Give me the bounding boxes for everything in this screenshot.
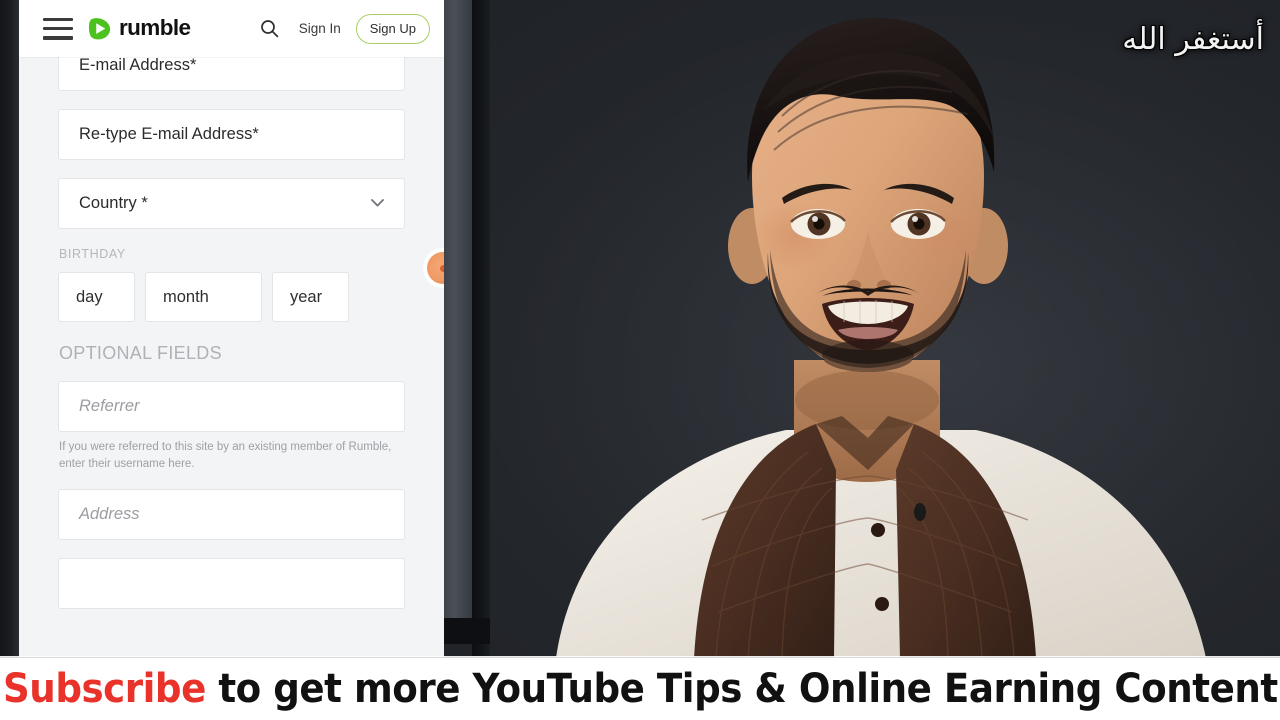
birthday-day-input[interactable]: day [58, 272, 135, 322]
rumble-brand-text: rumble [119, 15, 191, 41]
email-address-label: E-mail Address* [79, 56, 197, 74]
caption-rest-text: to get more YouTube Tips & Online Earnin… [205, 666, 1278, 712]
presenter-figure [516, 0, 1216, 658]
birthday-year-placeholder: year [290, 287, 323, 306]
address-placeholder: Address [79, 505, 140, 524]
referrer-placeholder: Referrer [79, 397, 140, 415]
retype-email-address-label: Re-type E-mail Address* [79, 125, 259, 143]
video-frame: E-mail Address* Re-type E-mail Address* … [0, 0, 1280, 720]
rumble-play-logo-icon [87, 16, 112, 41]
arabic-watermark: أستغفر الله [1122, 22, 1264, 57]
chevron-down-icon [371, 196, 384, 209]
birthday-day-placeholder: day [76, 287, 103, 306]
birthday-section-label: BIRTHDAY [59, 247, 126, 261]
optional-fields-section-label: OPTIONAL FIELDS [59, 343, 222, 363]
birthday-row: day month year [58, 272, 405, 322]
country-select[interactable]: Country * [58, 178, 405, 229]
header-actions: Sign In Sign Up [255, 13, 444, 44]
bezel-inner-edge [444, 0, 472, 620]
birthday-month-placeholder: month [163, 287, 209, 306]
caption-accent-word: Subscribe [2, 666, 206, 712]
birthday-month-input[interactable]: month [145, 272, 262, 322]
signup-form: E-mail Address* Re-type E-mail Address* … [19, 40, 444, 627]
monitor-bezel [444, 0, 496, 660]
left-edge-strip [0, 0, 19, 658]
rumble-brand[interactable]: rumble [87, 15, 191, 41]
subscribe-caption-bar: Subscribe to get more YouTube Tips & Onl… [0, 657, 1280, 720]
referrer-help-text: If you were referred to this site by an … [59, 441, 392, 470]
sign-in-link[interactable]: Sign In [299, 21, 341, 36]
hamburger-menu-icon[interactable] [43, 17, 73, 40]
address-input[interactable]: Address [58, 489, 405, 541]
search-icon[interactable] [255, 14, 285, 44]
country-label: Country * [79, 194, 148, 212]
browser-screen: E-mail Address* Re-type E-mail Address* … [19, 0, 444, 658]
birthday-year-input[interactable]: year [272, 272, 349, 322]
site-header: rumble Sign In Sign Up [19, 0, 444, 57]
caption-text: Subscribe to get more YouTube Tips & Onl… [3, 669, 1278, 709]
bezel-foot [444, 618, 490, 644]
retype-email-address-field[interactable]: Re-type E-mail Address* [58, 109, 405, 160]
next-field-partial[interactable] [58, 558, 405, 610]
bezel-outer-edge [472, 0, 490, 660]
sign-up-button[interactable]: Sign Up [355, 13, 430, 44]
referrer-input[interactable]: Referrer [58, 381, 405, 432]
